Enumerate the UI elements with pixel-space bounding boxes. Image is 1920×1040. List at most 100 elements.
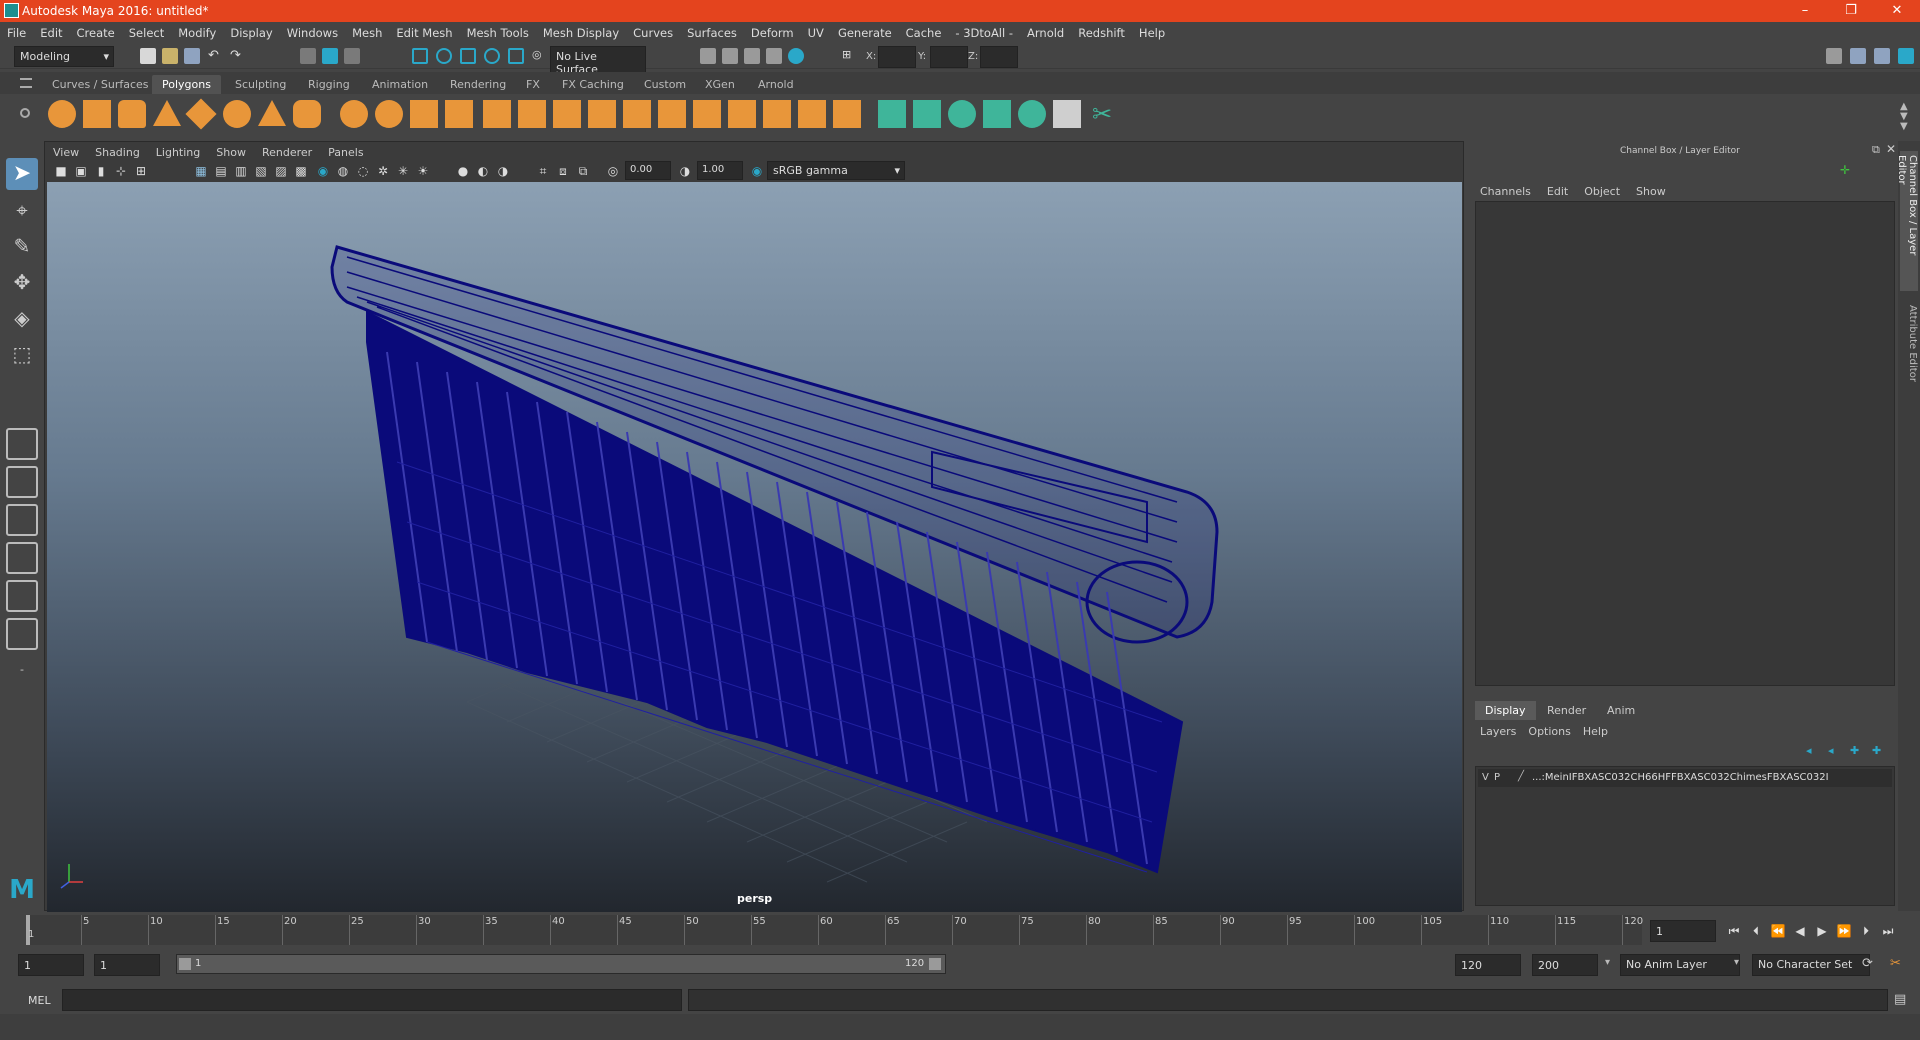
step-back-frame-icon[interactable]: ⏴ xyxy=(1748,923,1764,939)
tab-anim-layers[interactable]: Anim xyxy=(1597,701,1645,720)
3d-viewport[interactable]: persp xyxy=(47,182,1462,912)
tab-xgen[interactable]: XGen xyxy=(695,75,745,94)
safe-title-icon[interactable]: ⧉ xyxy=(575,163,591,179)
tab-channel-box-layer-editor[interactable]: Channel Box / Layer Editor xyxy=(1896,151,1918,291)
smooth-shade-icon[interactable]: ▤ xyxy=(213,163,229,179)
snap-live-icon[interactable] xyxy=(508,48,524,64)
command-input[interactable] xyxy=(62,989,682,1011)
camera-icon[interactable]: ■ xyxy=(53,163,69,179)
menu-modify[interactable]: Modify xyxy=(171,22,223,40)
snap-view-plane-icon[interactable] xyxy=(484,48,500,64)
poly-pyramid-icon[interactable] xyxy=(258,100,286,126)
transform-constraint-icon[interactable]: ⊞ xyxy=(842,48,858,64)
range-start-handle[interactable] xyxy=(179,958,191,970)
menu-windows[interactable]: Windows xyxy=(280,22,345,40)
menu-redshift[interactable]: Redshift xyxy=(1071,22,1132,40)
tab-arnold[interactable]: Arnold xyxy=(748,75,804,94)
select-component-icon[interactable] xyxy=(344,48,360,64)
paint-select-tool-icon[interactable]: ✎ xyxy=(6,230,38,262)
offset-edge-loop-icon[interactable] xyxy=(763,100,791,128)
playback-start-field[interactable]: 1 xyxy=(94,954,160,976)
script-language-label[interactable]: MEL xyxy=(28,994,51,1007)
scene-start-field[interactable]: 1 xyxy=(18,954,84,976)
planar-uv-icon[interactable] xyxy=(878,100,906,128)
layer-options-menu[interactable]: Options xyxy=(1528,725,1570,738)
single-view-layout-icon[interactable] xyxy=(6,428,38,460)
panel-menu-panels[interactable]: Panels xyxy=(320,142,371,159)
unfold-uv-icon[interactable] xyxy=(1018,100,1046,128)
panel-menu-shading[interactable]: Shading xyxy=(87,142,148,159)
tab-fx-caching[interactable]: FX Caching xyxy=(552,75,634,94)
poly-torus-icon[interactable] xyxy=(223,100,251,128)
poly-sphere-icon[interactable] xyxy=(48,100,76,128)
poly-cube-icon[interactable] xyxy=(83,100,111,128)
time-slider[interactable]: 1 5 10 15 20 25 30 35 40 45 50 55 60 65 … xyxy=(26,915,1643,945)
shadows-icon[interactable]: ▨ xyxy=(273,163,289,179)
menu-arnold[interactable]: Arnold xyxy=(1020,22,1071,40)
target-weld-icon[interactable] xyxy=(623,100,651,128)
animation-preferences-icon[interactable]: ✂ xyxy=(1890,956,1901,971)
outliner-layout-icon[interactable] xyxy=(6,542,38,574)
menu-select[interactable]: Select xyxy=(122,22,171,40)
menu-file[interactable]: File xyxy=(0,22,33,40)
channel-show-menu[interactable]: Show xyxy=(1636,185,1666,198)
float-panel-icon[interactable]: ⧉ xyxy=(1872,143,1880,157)
merge-icon[interactable] xyxy=(833,100,861,128)
step-back-key-icon[interactable]: ⏪ xyxy=(1770,923,1786,939)
multi-cut-icon[interactable] xyxy=(588,100,616,128)
combine-icon[interactable] xyxy=(340,100,368,128)
range-slider[interactable]: 1 120 xyxy=(176,954,946,974)
channel-list[interactable] xyxy=(1475,201,1895,686)
render-view-icon[interactable] xyxy=(700,48,716,64)
menu-help[interactable]: Help xyxy=(1132,22,1172,40)
xray-joints-icon[interactable]: ◌ xyxy=(355,163,371,179)
snap-curve-icon[interactable] xyxy=(436,48,452,64)
menu-uv[interactable]: UV xyxy=(801,22,831,40)
cut-uv-icon[interactable]: ✂ xyxy=(1088,100,1116,128)
menu-display[interactable]: Display xyxy=(223,22,279,40)
menu-edit[interactable]: Edit xyxy=(33,22,69,40)
hypershade-layout-icon[interactable] xyxy=(6,618,38,650)
magnet-icon[interactable]: ◎ xyxy=(532,48,548,64)
z-field[interactable] xyxy=(980,46,1018,68)
tool-settings-icon[interactable] xyxy=(1874,48,1890,64)
open-scene-icon[interactable] xyxy=(162,48,178,64)
gate-mask-icon[interactable]: ● xyxy=(455,163,471,179)
character-set-dropdown[interactable]: No Character Set xyxy=(1752,954,1870,976)
image-plane-icon[interactable]: ⊹ xyxy=(113,163,129,179)
tab-fx[interactable]: FX xyxy=(516,75,550,94)
channels-menu[interactable]: Channels xyxy=(1480,185,1531,198)
color-management-icon[interactable]: ◉ xyxy=(749,163,765,179)
modeling-toolkit-icon[interactable] xyxy=(1826,48,1842,64)
layer-move-down-icon[interactable]: ◂ xyxy=(1828,744,1834,757)
chevron-down-icon[interactable]: ▾ xyxy=(1605,957,1610,968)
rotate-tool-icon[interactable]: ◈ xyxy=(6,302,38,334)
tab-animation[interactable]: Animation xyxy=(362,75,438,94)
scene-end-field[interactable]: 200 xyxy=(1532,954,1598,976)
tab-rendering[interactable]: Rendering xyxy=(440,75,516,94)
bevel-icon[interactable] xyxy=(553,100,581,128)
ambient-occlusion-icon[interactable]: ▩ xyxy=(293,163,309,179)
channel-object-menu[interactable]: Object xyxy=(1584,185,1620,198)
field-chart-icon[interactable]: ⌗ xyxy=(535,163,551,179)
step-forward-key-icon[interactable]: ⏩ xyxy=(1836,923,1852,939)
separate-icon[interactable] xyxy=(375,100,403,128)
menu-mesh-tools[interactable]: Mesh Tools xyxy=(460,22,536,40)
layer-move-up-icon[interactable]: ◂ xyxy=(1806,744,1812,757)
layer-help-menu[interactable]: Help xyxy=(1583,725,1608,738)
undo-icon[interactable]: ↶ xyxy=(208,48,224,64)
range-end-handle[interactable] xyxy=(929,958,941,970)
current-frame-field[interactable]: 1 xyxy=(1650,920,1716,942)
menu-3dtoall[interactable]: - 3DtoAll - xyxy=(948,22,1020,40)
menu-generate[interactable]: Generate xyxy=(831,22,899,40)
playback-end-field[interactable]: 120 xyxy=(1455,954,1521,976)
script-editor-icon[interactable]: ▤ xyxy=(1894,992,1906,1007)
render-frame-icon[interactable] xyxy=(722,48,738,64)
minimize-button[interactable]: – xyxy=(1782,0,1828,22)
gamma-icon[interactable]: ◑ xyxy=(677,163,693,179)
play-forwards-icon[interactable]: ▶ xyxy=(1814,923,1830,939)
tab-sculpting[interactable]: Sculpting xyxy=(225,75,296,94)
tab-display-layers[interactable]: Display xyxy=(1475,701,1536,720)
snap-point-icon[interactable] xyxy=(460,48,476,64)
append-polygon-icon[interactable] xyxy=(658,100,686,128)
